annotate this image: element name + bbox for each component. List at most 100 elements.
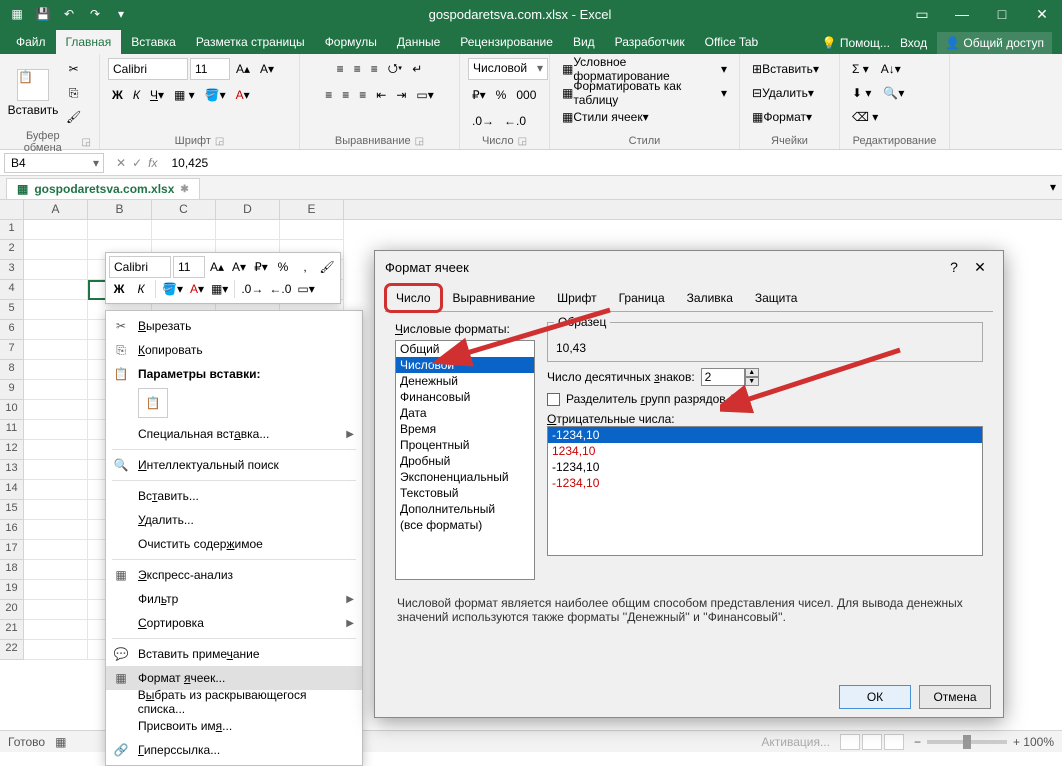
dialog-close-icon[interactable]: ✕ <box>967 259 993 276</box>
align-right-icon[interactable]: ≡ <box>355 84 370 106</box>
ctx-smart-lookup[interactable]: 🔍Интеллектуальный поиск <box>106 453 362 477</box>
increase-indent-icon[interactable]: ⇥ <box>392 84 410 106</box>
row-header[interactable]: 4 <box>0 280 24 300</box>
align-center-icon[interactable]: ≡ <box>338 84 353 106</box>
ctx-cut[interactable]: ✂Вырезать <box>106 314 362 338</box>
thousands-separator-checkbox[interactable] <box>547 393 560 406</box>
row-header[interactable]: 21 <box>0 620 24 640</box>
row-header[interactable]: 18 <box>0 560 24 580</box>
select-all-corner[interactable] <box>0 200 24 219</box>
qa-more-icon[interactable]: ▾ <box>110 3 132 25</box>
col-header[interactable]: E <box>280 200 344 219</box>
col-header[interactable]: B <box>88 200 152 219</box>
workbook-tab[interactable]: ▦ gospodaretsva.com.xlsx ✱ <box>6 178 200 199</box>
row-header[interactable]: 11 <box>0 420 24 440</box>
tab-data[interactable]: Данные <box>387 30 450 54</box>
row-header[interactable]: 22 <box>0 640 24 660</box>
wrap-text-icon[interactable]: ↵ <box>408 58 426 80</box>
row-header[interactable]: 17 <box>0 540 24 560</box>
row-header[interactable]: 10 <box>0 400 24 420</box>
mini-font-combo[interactable] <box>109 256 171 278</box>
category-option[interactable]: Текстовый <box>396 485 534 501</box>
increase-font-icon[interactable]: A▴ <box>207 256 227 278</box>
clear-icon[interactable]: ⌫ ▾ <box>848 106 882 128</box>
insert-cells-button[interactable]: ⊞ Вставить ▾ <box>748 58 823 80</box>
currency-icon[interactable]: ₽▾ <box>251 256 271 278</box>
pin-icon[interactable]: ✱ <box>180 184 188 195</box>
percent-icon[interactable]: % <box>273 256 293 278</box>
macro-record-icon[interactable]: ▦ <box>55 735 66 749</box>
cancel-formula-icon[interactable]: ✕ <box>116 156 126 170</box>
row-header[interactable]: 15 <box>0 500 24 520</box>
col-header[interactable]: A <box>24 200 88 219</box>
percent-icon[interactable]: % <box>492 84 511 106</box>
tab-review[interactable]: Рецензирование <box>450 30 563 54</box>
sort-filter-icon[interactable]: A↓▾ <box>877 58 905 80</box>
row-header[interactable]: 14 <box>0 480 24 500</box>
dialog-launcher-icon[interactable]: ◲ <box>518 136 527 147</box>
dlg-tab-font[interactable]: Шрифт <box>546 284 607 312</box>
fill-color-icon[interactable]: 🪣▾ <box>201 84 230 106</box>
italic-button[interactable]: К <box>129 84 144 106</box>
merge-icon[interactable]: ▭▾ <box>412 84 437 106</box>
enter-formula-icon[interactable]: ✓ <box>132 156 142 170</box>
zoom-out-icon[interactable]: − <box>914 735 921 749</box>
view-buttons[interactable] <box>840 734 904 750</box>
align-middle-icon[interactable]: ≡ <box>350 58 365 80</box>
dlg-tab-protection[interactable]: Защита <box>744 284 809 312</box>
format-painter-icon[interactable]: 🖌 <box>317 256 337 278</box>
row-header[interactable]: 12 <box>0 440 24 460</box>
decrease-font-icon[interactable]: A▾ <box>229 256 249 278</box>
row-header[interactable]: 19 <box>0 580 24 600</box>
category-option[interactable]: Процентный <box>396 437 534 453</box>
row-header[interactable]: 6 <box>0 320 24 340</box>
name-box[interactable]: B4 <box>4 153 104 173</box>
increase-font-icon[interactable]: A▴ <box>232 58 254 80</box>
mini-size-combo[interactable] <box>173 256 205 278</box>
orientation-icon[interactable]: ⭯▾ <box>384 58 407 80</box>
dlg-tab-number[interactable]: Число <box>385 284 442 312</box>
fill-icon[interactable]: ⬇ ▾ <box>848 82 875 104</box>
autosum-icon[interactable]: Σ ▾ <box>848 58 873 80</box>
ctx-clear-contents[interactable]: Очистить содержимое <box>106 532 362 556</box>
category-option[interactable]: Общий <box>396 341 534 357</box>
ctx-quick-analysis[interactable]: ▦Экспресс-анализ <box>106 563 362 587</box>
align-top-icon[interactable]: ≡ <box>333 58 348 80</box>
delete-cells-button[interactable]: ⊟ Удалить ▾ <box>748 82 818 104</box>
negative-numbers-listbox[interactable]: -1234,101234,10-1234,10-1234,10 <box>547 426 983 556</box>
decrease-decimal-icon[interactable]: ←.0 <box>267 278 293 300</box>
ctx-sort[interactable]: Сортировка▶ <box>106 611 362 635</box>
fill-color-icon[interactable]: 🪣▾ <box>160 278 185 300</box>
tab-dropdown-icon[interactable]: ▾ <box>1050 180 1056 194</box>
decrease-decimal-icon[interactable]: ←.0 <box>500 110 530 132</box>
redo-icon[interactable]: ↷ <box>84 3 106 25</box>
negative-option[interactable]: -1234,10 <box>548 475 982 491</box>
ctx-paste-special[interactable]: Специальная вставка...▶ <box>106 422 362 446</box>
negative-option[interactable]: 1234,10 <box>548 443 982 459</box>
ok-button[interactable]: ОК <box>839 685 911 709</box>
dlg-tab-alignment[interactable]: Выравнивание <box>442 284 547 312</box>
tab-home[interactable]: Главная <box>56 30 122 54</box>
copy-icon[interactable]: ⎘ <box>62 82 85 104</box>
save-icon[interactable]: 💾 <box>32 3 54 25</box>
bold-button[interactable]: Ж <box>108 84 127 106</box>
cell-styles-button[interactable]: ▦ Стили ячеек ▾ <box>558 106 653 128</box>
format-cells-button[interactable]: ▦ Формат ▾ <box>748 106 816 128</box>
increase-decimal-icon[interactable]: .0→ <box>468 110 498 132</box>
row-header[interactable]: 1 <box>0 220 24 240</box>
minimize-icon[interactable]: — <box>942 0 982 28</box>
category-option[interactable]: Экспоненциальный <box>396 469 534 485</box>
decimal-places-spinner[interactable]: ▲▼ <box>701 368 759 386</box>
bold-button[interactable]: Ж <box>109 278 129 300</box>
font-color-icon[interactable]: A▾ <box>232 84 254 106</box>
font-name-combo[interactable] <box>108 58 188 80</box>
ctx-insert[interactable]: Вставить... <box>106 484 362 508</box>
format-painter-icon[interactable]: 🖌 <box>62 106 85 128</box>
row-header[interactable]: 13 <box>0 460 24 480</box>
number-format-combo[interactable]: Числовой <box>468 58 548 80</box>
comma-icon[interactable]: 000 <box>512 84 540 106</box>
dialog-launcher-icon[interactable]: ◲ <box>415 136 424 147</box>
undo-icon[interactable]: ↶ <box>58 3 80 25</box>
ctx-hyperlink[interactable]: 🔗Гиперссылка... <box>106 738 362 762</box>
spin-up-icon[interactable]: ▲ <box>745 368 759 377</box>
